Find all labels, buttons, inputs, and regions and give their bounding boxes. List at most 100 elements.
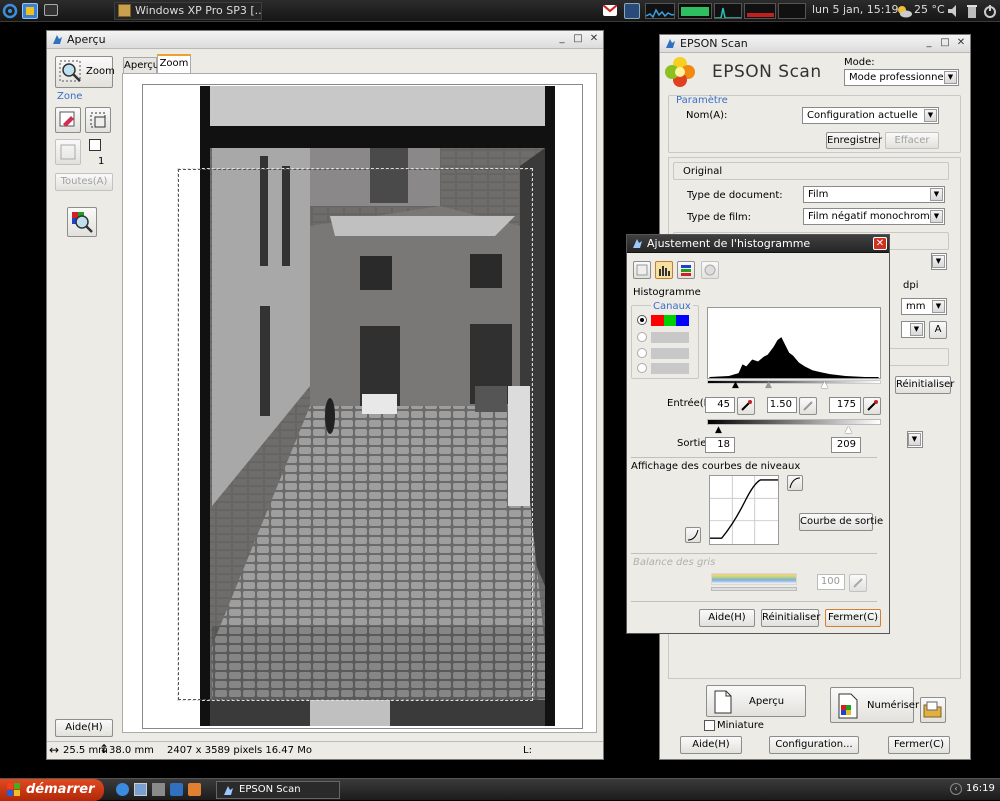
toutes-button[interactable]: Toutes(A) [55, 173, 113, 191]
volume-icon[interactable] [946, 3, 962, 19]
histogram-tool-3[interactable] [677, 261, 695, 279]
quicklaunch-app-icon[interactable] [188, 783, 201, 796]
dpi-label: dpi [903, 280, 919, 291]
thumbnail-view-button[interactable] [67, 207, 97, 237]
start-button[interactable]: démarrer [0, 779, 104, 801]
histogram-tool-1[interactable] [633, 261, 651, 279]
folder-button[interactable] [920, 697, 946, 723]
network-icon[interactable] [624, 3, 640, 19]
histogram-graph[interactable] [707, 307, 881, 379]
type-doc-label: Type de document: [687, 190, 783, 201]
epson-aide-button[interactable]: Aide(H) [680, 736, 742, 754]
epson-titlebar[interactable]: EPSON Scan _ □ ✕ [660, 35, 970, 53]
black-point-picker[interactable] [737, 397, 755, 415]
tab-apercu[interactable]: Aperçu [123, 57, 159, 73]
enregistrer-button[interactable]: Enregistrer [826, 132, 882, 149]
quicklaunch-epson-icon[interactable] [170, 783, 183, 796]
entree-gamma-field[interactable]: 1.50 [767, 397, 797, 413]
unit-select[interactable]: mm ▼ [901, 298, 947, 315]
mode-label: Mode: [844, 57, 875, 68]
channel-radio-rgb[interactable] [637, 315, 647, 325]
type-doc-select[interactable]: Film ▼ [803, 186, 945, 203]
input-white-slider[interactable]: ▲ [821, 380, 828, 390]
taskbar-clock[interactable]: 16:19 [966, 783, 995, 794]
window-icon[interactable] [44, 4, 58, 16]
taskbar-epson-scan[interactable]: EPSON Scan [216, 781, 340, 799]
entree-high-field[interactable]: 175 [829, 397, 861, 413]
output-white-slider[interactable]: ▲ [845, 425, 852, 435]
quicklaunch-desktop-icon[interactable] [134, 783, 147, 796]
gmail-icon[interactable] [602, 4, 618, 16]
channel-radio-red[interactable] [637, 332, 647, 342]
orientation-button[interactable]: A [929, 321, 947, 339]
apercu-button[interactable]: Aperçu [706, 685, 806, 717]
top-clock[interactable]: lun 5 jan, 15:19 [812, 3, 898, 16]
preview-canvas[interactable] [122, 73, 597, 733]
histogram-titlebar[interactable]: Ajustement de l'histogramme ✕ [627, 235, 889, 253]
delete-marquee-button[interactable] [55, 139, 81, 165]
mode-select[interactable]: Mode professionnel ▼ [844, 69, 959, 86]
scan-marquee[interactable] [177, 168, 533, 701]
auto-locate-button[interactable] [55, 107, 81, 133]
debian-swirl-icon[interactable] [2, 3, 18, 19]
sortie-high-field[interactable]: 209 [831, 437, 861, 453]
nom-select[interactable]: Configuration actuelle ▼ [802, 107, 939, 124]
close-button[interactable]: ✕ [954, 37, 968, 50]
output-black-slider[interactable]: ▲ [715, 425, 722, 435]
tab-zoom[interactable]: Zoom [157, 54, 191, 73]
channel-radio-green[interactable] [637, 348, 647, 358]
output-curve-toggle[interactable] [685, 527, 701, 543]
histogram-reinitialiser-button[interactable]: Réinitialiser [761, 609, 820, 627]
configuration-button[interactable]: Configuration... [769, 736, 859, 754]
effacer-button[interactable]: Effacer [885, 132, 939, 149]
close-button[interactable]: ✕ [587, 33, 601, 46]
histogram-fermer-button[interactable]: Fermer(C) [825, 609, 881, 627]
weather-icon[interactable] [896, 3, 912, 19]
minimize-button[interactable]: _ [922, 37, 936, 50]
app-launcher-icon[interactable] [22, 3, 38, 19]
eyedropper-gray-icon [803, 401, 813, 411]
balance-picker[interactable] [849, 574, 867, 592]
trash-icon[interactable] [964, 3, 980, 19]
histogram-tool-4[interactable] [701, 261, 719, 279]
minimize-button[interactable]: _ [555, 33, 569, 46]
adjust-option-select[interactable]: ▼ [907, 431, 923, 448]
close-button[interactable]: ✕ [873, 237, 887, 250]
maximize-button[interactable]: □ [938, 37, 952, 50]
entree-low-field[interactable]: 45 [705, 397, 735, 413]
sortie-low-field[interactable]: 18 [705, 437, 735, 453]
courbe-sortie-button[interactable]: Courbe de sortie [799, 513, 883, 531]
maximize-button[interactable]: □ [571, 33, 585, 46]
zoom-button[interactable]: Zoom [55, 56, 115, 88]
epson-logo-text: EPSON Scan [712, 62, 822, 82]
adjust-reinitialiser-button[interactable]: Réinitialiser [895, 376, 954, 394]
tray-expand-icon[interactable]: ‹ [950, 783, 962, 795]
balance-field[interactable]: 100 [817, 574, 845, 590]
gray-point-picker[interactable] [799, 397, 817, 415]
image-type-select[interactable]: ▼ [931, 253, 947, 270]
vm-taskbar-button[interactable]: Windows XP Pro SP3 [... [114, 2, 262, 20]
input-gamma-slider[interactable]: ▲ [765, 380, 772, 390]
channel-radio-blue[interactable] [637, 363, 647, 373]
type-film-select[interactable]: Film négatif monochrome ▼ [803, 208, 945, 225]
balance-slider[interactable] [711, 587, 797, 591]
input-black-slider[interactable]: ▲ [732, 380, 739, 390]
eyedropper-disabled-icon [853, 578, 863, 588]
quicklaunch-ie-icon[interactable] [116, 783, 129, 796]
histogram-aide-button[interactable]: Aide(H) [699, 609, 755, 627]
miniature-checkbox[interactable] [704, 720, 715, 731]
epson-fermer-button[interactable]: Fermer(C) [888, 736, 950, 754]
target-size-select[interactable]: ▼ [901, 321, 925, 338]
input-curve-icon [789, 477, 801, 489]
numeriser-button[interactable]: Numériser [830, 687, 919, 723]
eyedropper-white-icon [867, 400, 878, 411]
histogram-tool-2[interactable] [655, 261, 673, 279]
power-icon[interactable] [982, 3, 998, 19]
top-panel: Windows XP Pro SP3 [... lun 5 jan, 15:19… [0, 0, 1000, 22]
white-point-picker[interactable] [863, 397, 881, 415]
apercu-titlebar[interactable]: Aperçu _ □ ✕ [47, 31, 603, 49]
marquee-button[interactable] [85, 107, 111, 133]
input-curve-button[interactable] [787, 475, 803, 491]
quicklaunch-toolbox-icon[interactable] [152, 783, 165, 796]
apercu-aide-button[interactable]: Aide(H) [55, 719, 113, 737]
